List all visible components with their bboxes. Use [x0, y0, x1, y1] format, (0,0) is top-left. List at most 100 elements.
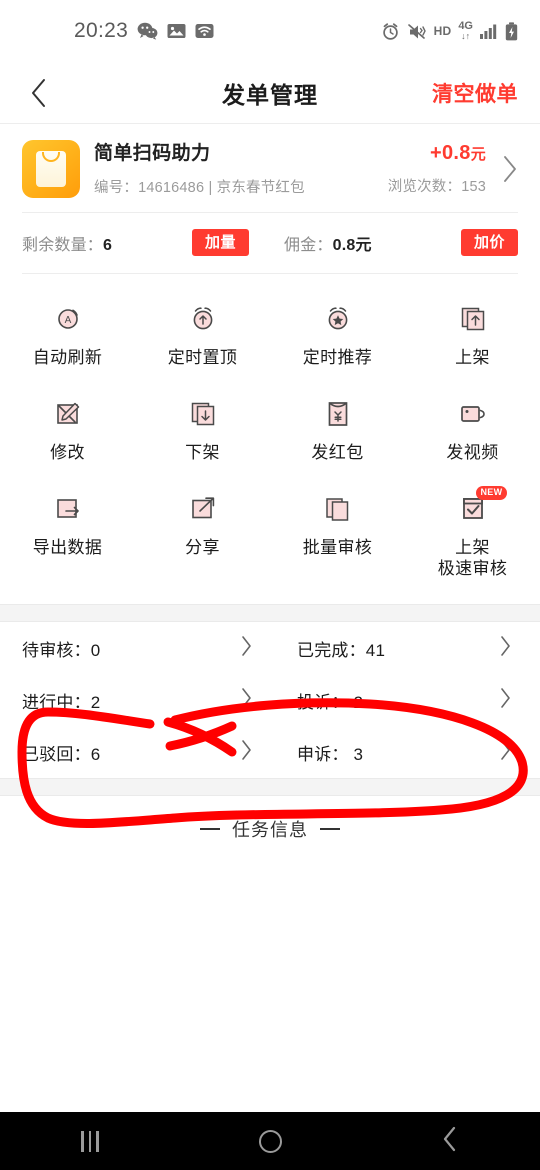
action-label: 修改 — [50, 442, 85, 462]
action-label: 定时推荐 — [302, 348, 373, 367]
clear-orders-button[interactable]: 清空做单 — [432, 78, 518, 108]
back-chevron-icon — [442, 1126, 458, 1157]
task-card-header[interactable]: 简单扫码助力 编号：14616486 | 京东春节红包 +0.8元 浏览次数：1… — [22, 124, 518, 212]
status-time: 20:23 — [74, 19, 129, 42]
action-label: 导出数据 — [32, 537, 103, 557]
task-subtitle: 编号：14616486 | 京东春节红包 — [94, 179, 305, 196]
signal-icon — [480, 23, 498, 39]
task-amount: +0.8元 — [388, 142, 486, 165]
recents-button[interactable] — [50, 1112, 130, 1170]
battery-charging-icon — [505, 21, 518, 41]
stat-label: 已完成：41 — [297, 640, 386, 660]
stat-label: 待审核：0 — [22, 640, 101, 660]
action-list-down[interactable]: 下架 — [135, 383, 270, 478]
home-icon — [258, 1129, 282, 1153]
system-back-button[interactable] — [410, 1112, 490, 1170]
action-label: 上架 — [455, 348, 490, 367]
action-auto-refresh[interactable]: A 自动刷新 — [0, 288, 135, 383]
action-label: 发视频 — [446, 442, 499, 462]
remaining-value: 6 — [103, 237, 113, 254]
action-edit[interactable]: 修改 — [0, 383, 135, 478]
task-card: 简单扫码助力 编号：14616486 | 京东春节红包 +0.8元 浏览次数：1… — [0, 124, 540, 274]
action-grid: A 自动刷新 定时置顶 定时推荐 上架 修改 下架 发红包 发视频 导出数据 分… — [0, 274, 540, 604]
scheduled-top-icon — [186, 300, 220, 338]
status-bar-left: 20:23 — [74, 19, 214, 43]
shopping-bag-icon — [22, 140, 80, 198]
edit-icon — [51, 395, 85, 433]
action-label-line1: 上架 — [455, 537, 490, 557]
action-scheduled-recommend[interactable]: 定时推荐 — [270, 288, 405, 383]
back-button[interactable] — [22, 76, 56, 110]
add-price-button[interactable]: 加价 — [460, 229, 518, 256]
new-badge: NEW — [475, 485, 508, 500]
scheduled-recommend-icon — [321, 300, 355, 338]
stat-complaints[interactable]: 投诉： 2 — [281, 686, 540, 715]
video-icon — [456, 395, 490, 433]
alarm-icon — [381, 22, 400, 41]
action-scheduled-top[interactable]: 定时置顶 — [135, 288, 270, 383]
stat-completed[interactable]: 已完成：41 — [281, 634, 540, 663]
task-info-title: 任务信息 — [232, 820, 308, 840]
task-info-section-header: 任务信息 — [0, 796, 540, 848]
stat-label: 已驳回：6 — [22, 744, 101, 764]
wechat-icon — [137, 22, 158, 40]
phone-screen: 20:23 HD 4G ↓↑ 发单管理 清空做单 简单扫码助力 编号：14616… — [0, 0, 540, 1170]
action-fast-review[interactable]: NEW 上架 极速审核 — [405, 478, 540, 595]
action-batch-review[interactable]: 批量审核 — [270, 478, 405, 595]
action-label: 下架 — [185, 442, 220, 462]
task-card-stats: 剩余数量：6 加量 佣金：0.8元 加价 — [22, 213, 518, 273]
wifi-icon — [195, 22, 214, 40]
stats-row: 进行中：2 投诉： 2 — [0, 674, 540, 726]
auto-refresh-icon: A — [51, 300, 85, 338]
action-label: 发红包 — [311, 442, 364, 462]
red-envelope-icon — [321, 395, 355, 433]
stat-label: 投诉： 2 — [297, 692, 364, 712]
action-export[interactable]: 导出数据 — [0, 478, 135, 595]
stat-label: 申诉： 3 — [297, 744, 364, 764]
chevron-right-icon — [499, 686, 512, 715]
android-navigation-bar — [0, 1112, 540, 1170]
action-share[interactable]: 分享 — [135, 478, 270, 595]
network-4g-icon: 4G ↓↑ — [458, 20, 473, 41]
task-card-chevron-icon[interactable] — [492, 154, 518, 184]
action-list-up[interactable]: 上架 — [405, 288, 540, 383]
action-label: 自动刷新 — [32, 348, 103, 367]
action-label: 上架 极速审核 — [438, 537, 508, 581]
stats-row: 待审核：0 已完成：41 — [0, 622, 540, 674]
task-card-info: 简单扫码助力 编号：14616486 | 京东春节红包 — [80, 141, 388, 197]
action-label: 批量审核 — [302, 537, 373, 557]
list-up-icon — [456, 300, 490, 338]
action-red-envelope[interactable]: 发红包 — [270, 383, 405, 478]
action-label: 分享 — [185, 537, 220, 557]
home-button[interactable] — [230, 1112, 310, 1170]
recents-icon — [81, 1130, 99, 1152]
status-bar-right: HD 4G ↓↑ — [381, 21, 518, 41]
section-band-2 — [0, 779, 540, 795]
vibrate-icon — [407, 22, 427, 41]
stat-appeals[interactable]: 申诉： 3 — [281, 738, 540, 767]
add-quantity-button[interactable]: 加量 — [192, 229, 250, 256]
remaining-label: 剩余数量： — [22, 237, 104, 254]
stat-rejected[interactable]: 已驳回：6 — [0, 738, 281, 767]
dash-left-icon — [200, 828, 220, 830]
list-down-icon — [186, 395, 220, 433]
action-label-line2: 极速审核 — [437, 559, 508, 579]
stats-grid: 待审核：0 已完成：41 进行中：2 投诉： 2 已驳回：6 申诉： 3 — [0, 622, 540, 778]
task-amount-value: +0.8 — [430, 142, 471, 164]
task-card-meta: +0.8元 浏览次数：153 — [388, 142, 492, 196]
app-header: 发单管理 清空做单 — [0, 62, 540, 124]
task-views: 浏览次数：153 — [387, 179, 486, 195]
action-video[interactable]: 发视频 — [405, 383, 540, 478]
fast-review-icon: NEW — [456, 485, 508, 528]
action-label: 定时置顶 — [167, 348, 238, 367]
stat-in-progress[interactable]: 进行中：2 — [0, 686, 281, 715]
add-price-button-wrap: 加价 — [460, 229, 518, 256]
stat-pending-review[interactable]: 待审核：0 — [0, 634, 281, 663]
commission-label: 佣金： — [284, 237, 333, 254]
remaining-quantity: 剩余数量：6 — [22, 231, 192, 255]
stats-row: 已驳回：6 申诉： 3 — [0, 726, 540, 778]
task-amount-unit: 元 — [470, 146, 486, 163]
export-icon — [51, 490, 85, 528]
stat-label: 进行中：2 — [22, 692, 101, 712]
task-title: 简单扫码助力 — [94, 143, 211, 165]
